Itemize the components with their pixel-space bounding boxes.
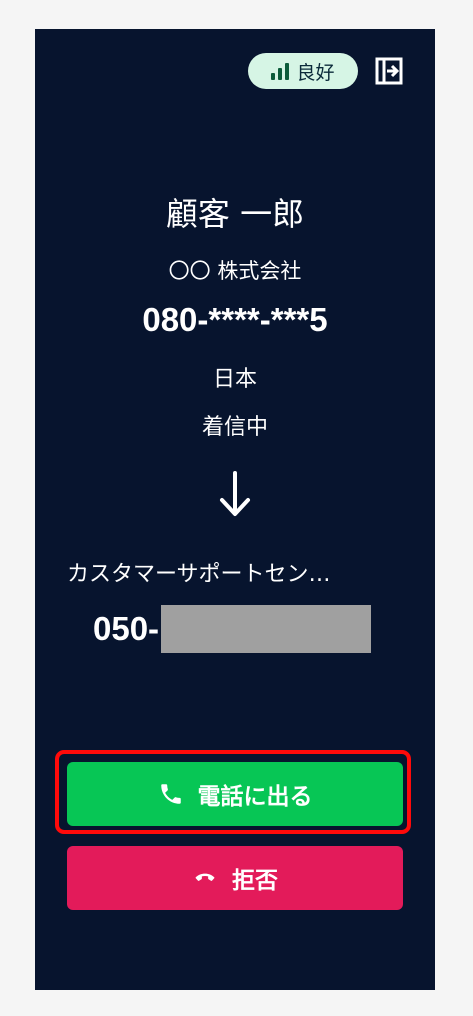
destination-name: カスタマーサポートセン… (67, 562, 331, 587)
signal-bars-icon (271, 62, 290, 80)
caller-company: 〇〇 株式会社 (168, 259, 302, 283)
phone-icon (160, 784, 181, 804)
hang-up-icon (195, 873, 215, 881)
incoming-call-panel: 良好 顧客 一郎 〇〇 株式会社 080-****-***5 日本 着信中 カス… (35, 29, 435, 990)
caller-phone-number: 080-****-***5 (142, 301, 328, 338)
answer-call-label: 電話に出る (197, 784, 313, 810)
reject-call-button[interactable]: 拒否 (67, 846, 403, 910)
caller-name: 顧客 一郎 (165, 195, 305, 233)
exit-panel-icon[interactable] (374, 56, 404, 86)
caller-country: 日本 (212, 367, 257, 392)
masked-number-block (161, 605, 372, 653)
arrow-down-icon (220, 471, 250, 516)
destination-number-prefix: 050- (93, 610, 160, 647)
destination-phone-number: 050- (93, 605, 372, 653)
reject-call-label: 拒否 (232, 868, 278, 894)
answer-call-button[interactable]: 電話に出る (67, 762, 403, 826)
connection-quality-badge: 良好 (248, 53, 358, 89)
call-status: 着信中 (201, 415, 268, 440)
connection-quality-label: 良好 (296, 61, 335, 84)
